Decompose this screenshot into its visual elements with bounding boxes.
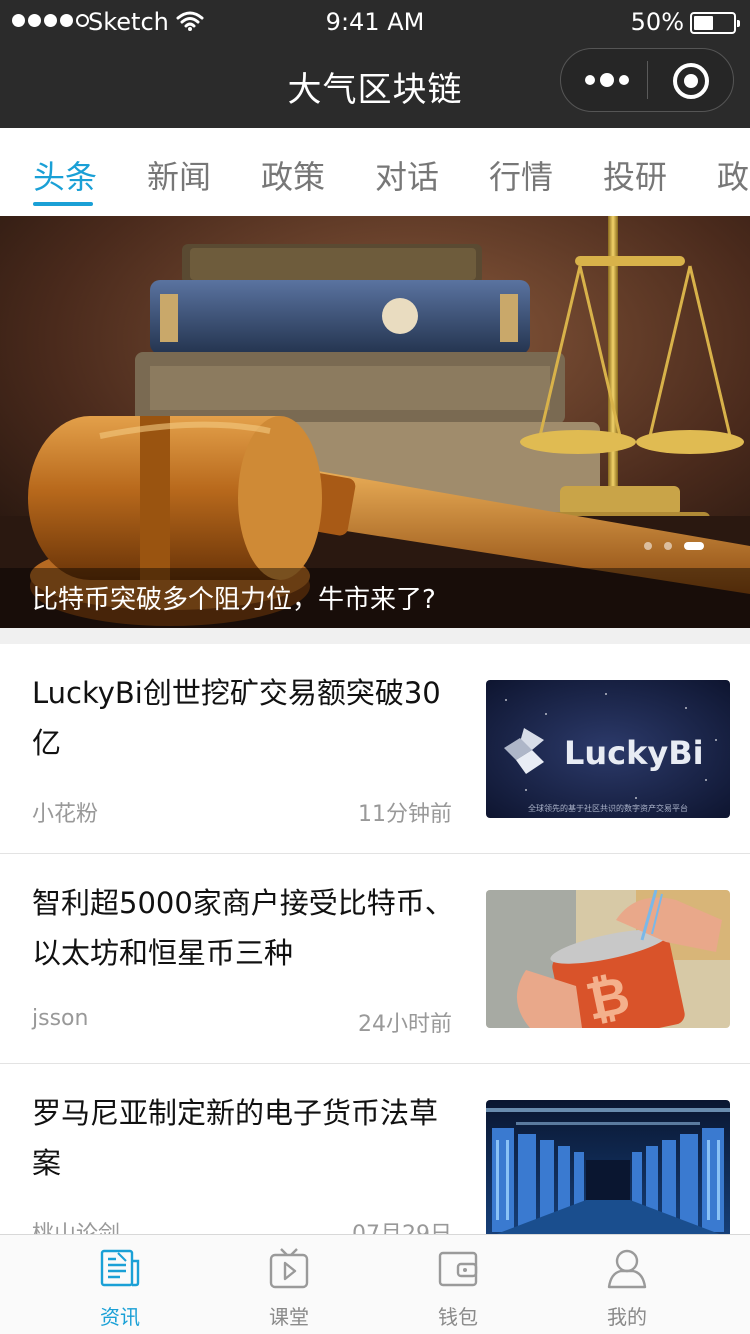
news-icon <box>100 1249 140 1287</box>
banner-caption[interactable]: 比特币突破多个阻力位，牛市来了? <box>32 579 436 616</box>
active-tab-indicator <box>33 202 93 206</box>
tabbar-item-classroom[interactable]: 课堂 <box>195 1235 383 1334</box>
thumb-tagline: 全球领先的基于社区共识的数字资产交易平台 <box>528 803 688 813</box>
luckybi-logo-image: LuckyBi 全球领先的基于社区共识的数字资产交易平台 <box>486 680 730 818</box>
capsule-divider <box>647 61 648 99</box>
tabbar-label: 我的 <box>607 1305 647 1329</box>
tabbar-label: 课堂 <box>269 1305 309 1329</box>
tab-news[interactable]: 新闻 <box>147 152 211 198</box>
carousel-dot <box>664 542 672 550</box>
tabbar-label: 钱包 <box>438 1305 478 1329</box>
news-list: LuckyBi创世挖矿交易额突破30亿 小花粉 11分钟前 LuckyBi 全球… <box>0 644 750 1234</box>
news-time: 07月29日 <box>352 1216 452 1234</box>
status-bar: Sketch 9:41 AM 50% <box>0 0 750 44</box>
news-title[interactable]: 罗马尼亚制定新的电子货币法草案 <box>32 1088 458 1188</box>
user-icon <box>607 1249 647 1289</box>
news-title[interactable]: LuckyBi创世挖矿交易额突破30亿 <box>32 668 458 768</box>
target-icon[interactable] <box>673 63 709 99</box>
more-dots-icon[interactable] <box>585 73 629 87</box>
news-author: 桃山论剑 <box>32 1216 120 1234</box>
list-item[interactable]: 罗马尼亚制定新的电子货币法草案 桃山论剑 07月29日 <box>0 1064 750 1234</box>
wallet-icon <box>438 1251 478 1287</box>
list-item[interactable]: LuckyBi创世挖矿交易额突破30亿 小花粉 11分钟前 LuckyBi 全球… <box>0 644 750 854</box>
news-title[interactable]: 智利超5000家商户接受比特币、以太坊和恒星币三种 <box>32 878 458 978</box>
news-thumbnail[interactable] <box>486 1100 730 1234</box>
carousel-dot-active <box>684 542 704 550</box>
news-time: 24小时前 <box>358 1012 452 1037</box>
server-room-image <box>486 1100 730 1234</box>
tab-dialogue[interactable]: 对话 <box>375 152 439 198</box>
news-thumbnail[interactable]: ₿ <box>486 890 730 1028</box>
news-thumbnail[interactable]: LuckyBi 全球领先的基于社区共识的数字资产交易平台 <box>486 680 730 818</box>
tabbar-label: 资讯 <box>100 1305 140 1329</box>
tab-research[interactable]: 投研 <box>603 152 667 198</box>
banner-carousel[interactable]: 比特币突破多个阻力位，牛市来了? <box>0 216 750 628</box>
battery-percent: 50% <box>630 8 684 36</box>
tab-market[interactable]: 行情 <box>489 152 553 198</box>
menu-capsule <box>560 48 734 112</box>
list-item[interactable]: 智利超5000家商户接受比特币、以太坊和恒星币三种 jsson 24小时前 ₿ <box>0 854 750 1064</box>
tabbar-item-news[interactable]: 资讯 <box>26 1235 214 1334</box>
video-icon <box>269 1248 309 1289</box>
tabbar-item-profile[interactable]: 我的 <box>533 1235 721 1334</box>
tab-headlines[interactable]: 头条 <box>33 152 97 198</box>
tab-policy-2[interactable]: 政 <box>717 152 749 198</box>
tab-policy[interactable]: 政策 <box>261 152 325 198</box>
carousel-indicator <box>644 542 704 550</box>
news-author: 小花粉 <box>32 802 99 827</box>
bottom-tab-bar: 资讯 课堂 钱包 我的 <box>0 1234 750 1334</box>
banner-image-gavel <box>0 216 750 628</box>
thumb-logo-text: LuckyBi <box>564 734 704 772</box>
carousel-dot <box>644 542 652 550</box>
tabbar-item-wallet[interactable]: 钱包 <box>364 1235 552 1334</box>
top-bar: Sketch 9:41 AM 50% 大气区块链 <box>0 0 750 128</box>
news-author: jsson <box>32 1006 89 1031</box>
bitcoin-can-image: ₿ <box>486 890 730 1028</box>
news-time: 11分钟前 <box>358 802 452 827</box>
category-tabs: 头条 新闻 政策 对话 行情 投研 政 <box>0 128 750 216</box>
section-divider <box>0 628 750 644</box>
battery-icon <box>690 12 740 34</box>
